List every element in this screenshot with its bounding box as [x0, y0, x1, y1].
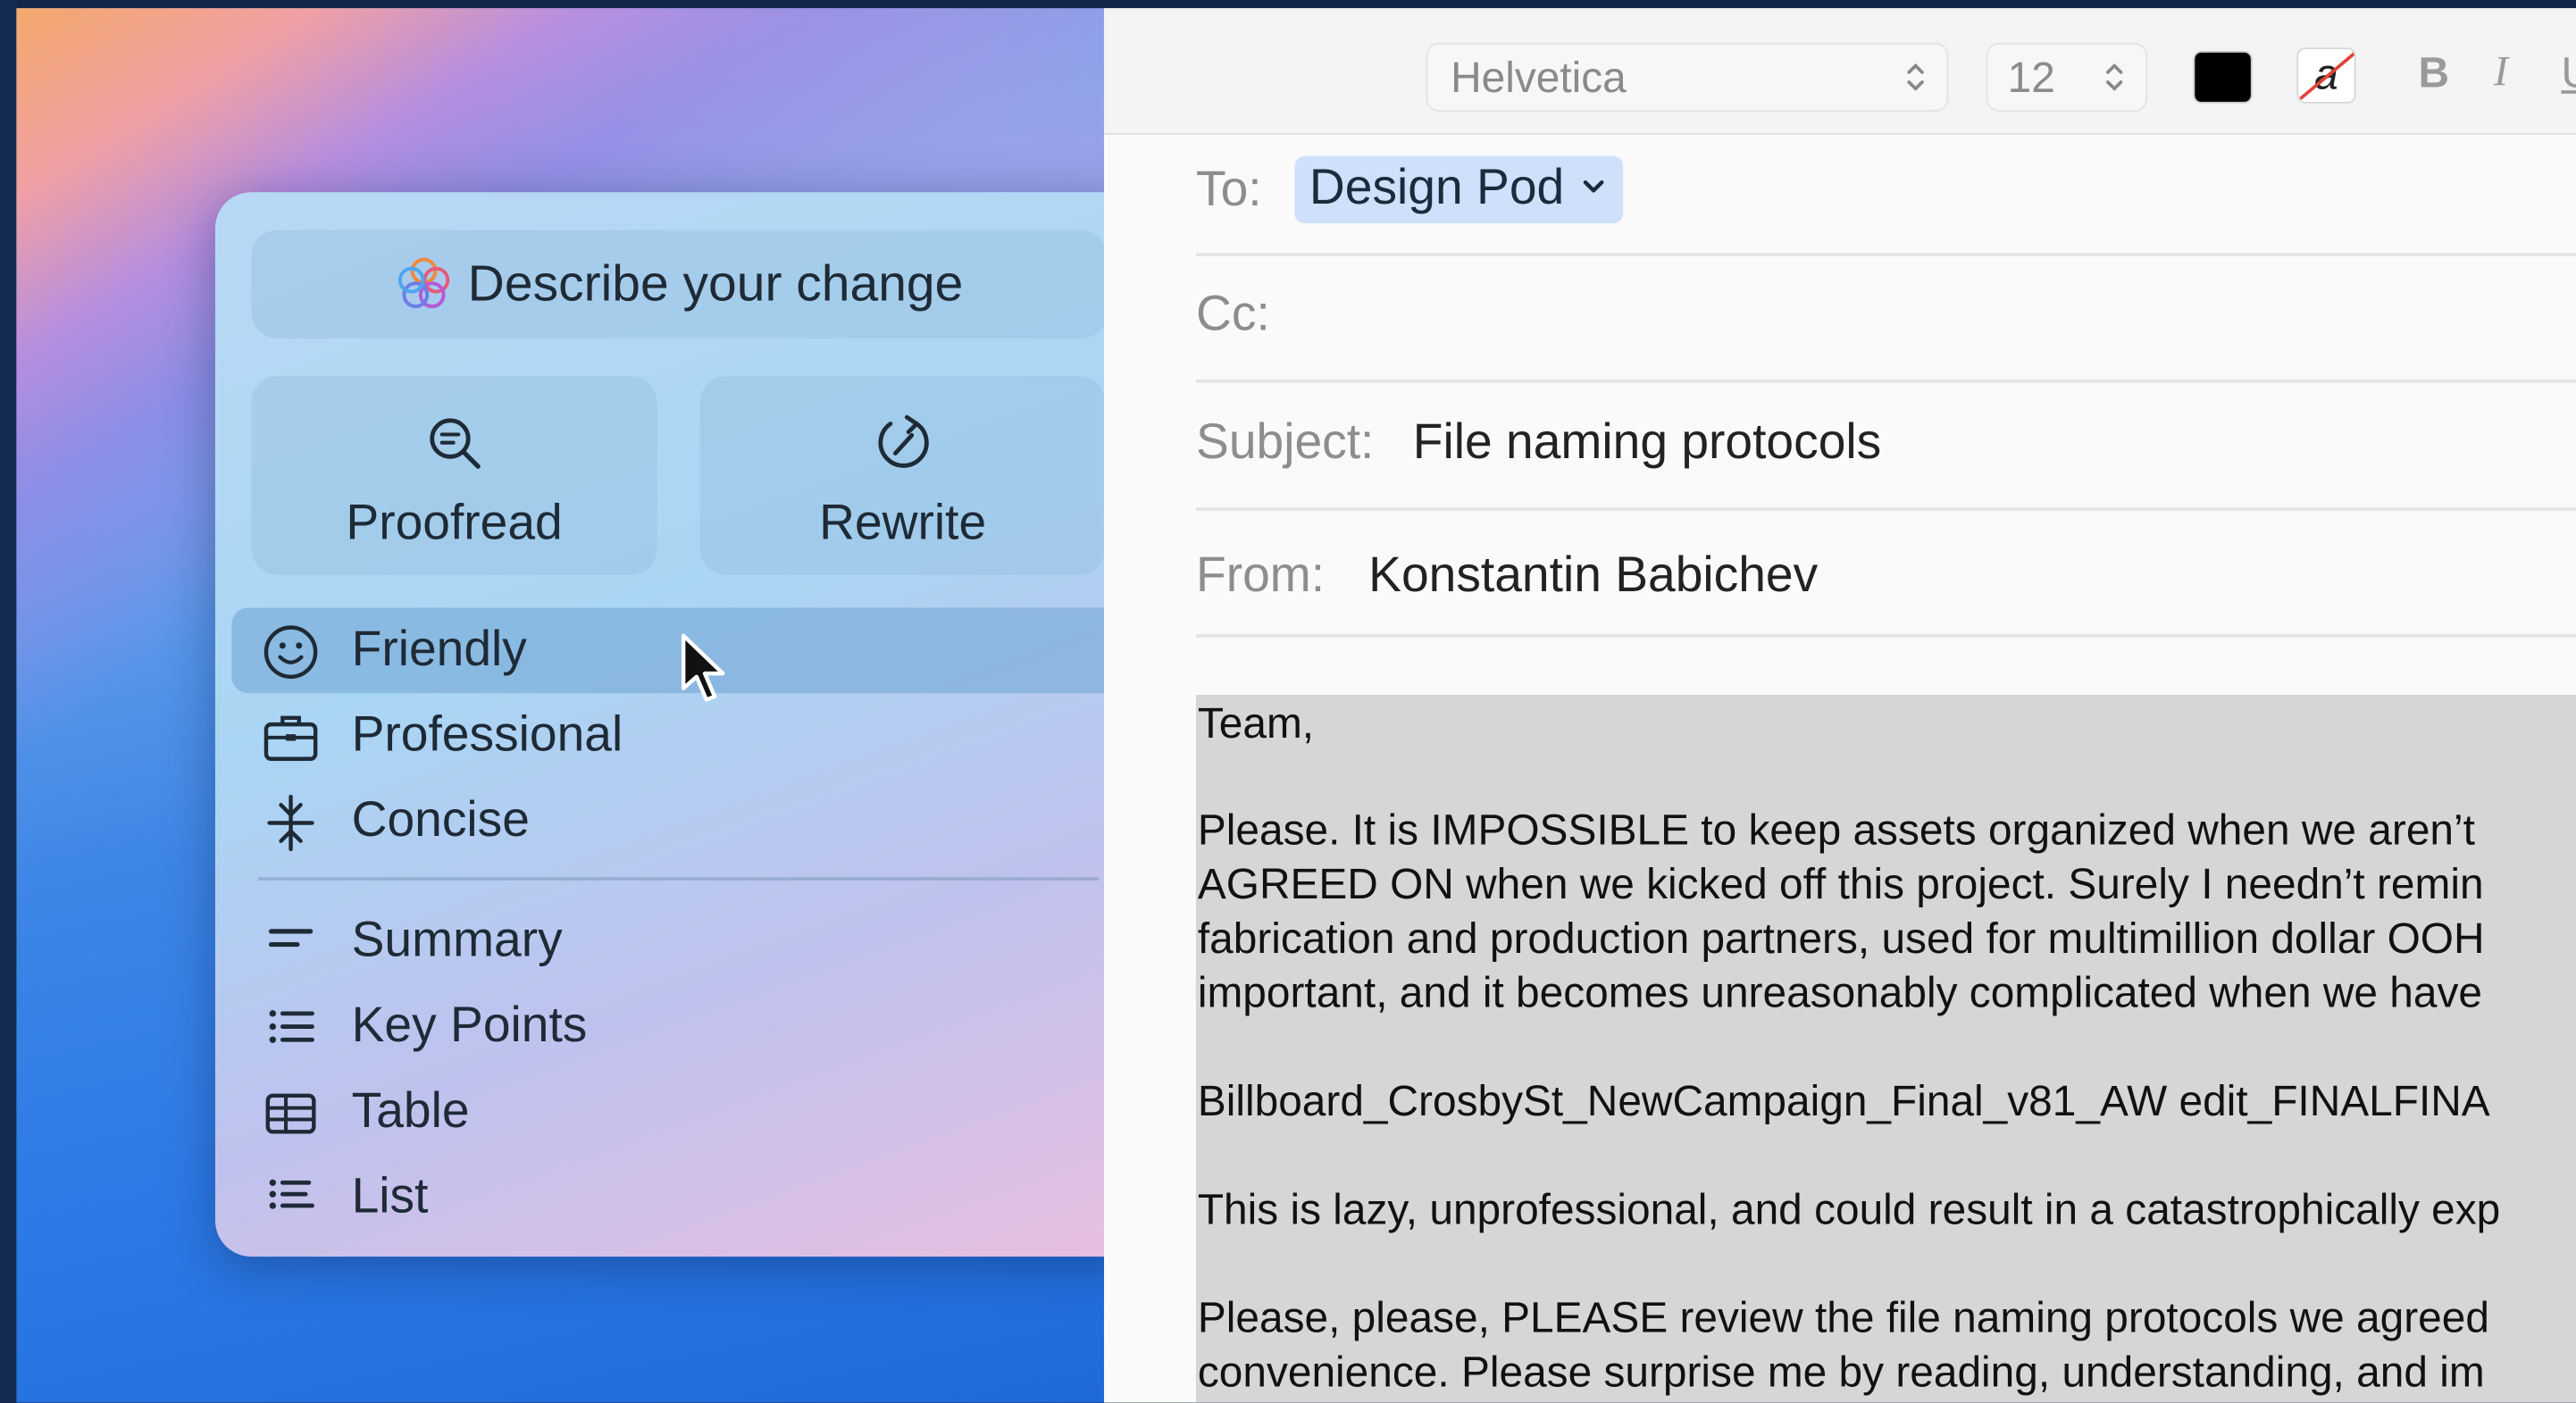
recipient-name: Design Pod — [1309, 161, 1565, 215]
mouse-pointer-icon — [681, 633, 725, 702]
from-label: From: — [1196, 548, 1326, 604]
bullet-list-icon — [269, 1010, 314, 1043]
format-label: Summary — [351, 913, 563, 968]
proofread-label: Proofread — [346, 496, 563, 551]
smiley-icon — [263, 625, 318, 679]
subject-label: Subject: — [1196, 415, 1375, 471]
background-color-swatch[interactable]: a — [2296, 47, 2356, 104]
body-line: Billboard_CrosbySt_NewCampaign_Final_v81… — [1197, 1075, 2490, 1125]
format-toolbar: Helvetica 12 a B I U — [1104, 8, 2576, 135]
from-field[interactable]: Konstantin Babichev — [1368, 548, 1818, 605]
field-separator — [1196, 379, 2576, 383]
tone-label: Concise — [351, 793, 530, 848]
magnifier-check-icon — [429, 418, 480, 469]
cc-field[interactable] — [1284, 280, 2566, 352]
tone-label: Friendly — [351, 622, 527, 677]
apple-intelligence-icon — [397, 257, 449, 309]
italic-button[interactable]: I — [2494, 47, 2508, 96]
subject-field[interactable]: File naming protocols — [1413, 415, 1881, 472]
field-separator — [1196, 253, 2576, 256]
format-table[interactable]: Table — [231, 1069, 1126, 1155]
body-line: important, and it becomes unreasonably c… — [1197, 967, 2483, 1017]
font-family-value: Helvetica — [1451, 52, 1627, 103]
font-size-value: 12 — [2007, 52, 2055, 103]
field-separator — [1196, 633, 2576, 638]
field-separator — [1196, 507, 2576, 512]
body-line: Team, — [1197, 697, 1315, 747]
tone-concise[interactable]: Concise — [231, 779, 1126, 864]
body-line: fabrication and production partners, use… — [1197, 913, 2485, 963]
rewrite-label: Rewrite — [819, 496, 987, 551]
mail-compose-window: Helvetica 12 a B I U — [1104, 8, 2576, 1403]
format-key-points[interactable]: Key Points — [231, 984, 1126, 1070]
tone-label: Professional — [351, 707, 623, 763]
format-list[interactable]: List — [231, 1155, 1126, 1240]
compress-icon — [267, 794, 314, 852]
writing-tools-popover: Describe your change Proofread Rewrite F… — [214, 192, 1147, 1257]
list-icon — [269, 1179, 314, 1209]
cc-label: Cc: — [1196, 287, 1270, 342]
screen-left-edge — [0, 0, 17, 1403]
chevron-down-icon — [1583, 180, 1604, 193]
updown-chevron-icon — [1907, 63, 1924, 91]
briefcase-icon — [263, 715, 318, 761]
bold-button[interactable]: B — [2418, 47, 2449, 98]
describe-change-label: Describe your change — [467, 255, 964, 313]
format-label: Key Points — [351, 998, 588, 1053]
describe-change-field[interactable]: Describe your change — [251, 230, 1108, 338]
updown-chevron-icon — [2105, 63, 2123, 91]
font-family-select[interactable]: Helvetica — [1426, 42, 1949, 113]
body-line: convenience. Please surprise me by readi… — [1197, 1347, 2485, 1397]
rewrite-icon — [877, 414, 928, 468]
recipient-chip[interactable]: Design Pod — [1294, 155, 1624, 224]
to-label: To: — [1196, 163, 1262, 217]
body-line: Please, please, PLEASE review the file n… — [1197, 1292, 2489, 1342]
body-line: AGREED ON when we kicked off this projec… — [1197, 858, 2484, 909]
font-size-select[interactable]: 12 — [1986, 42, 2147, 113]
format-label: Table — [351, 1083, 470, 1139]
proofread-button[interactable]: Proofread — [251, 376, 657, 575]
format-summary[interactable]: Summary — [231, 898, 1126, 984]
screen-top-edge — [0, 0, 2576, 9]
rewrite-button[interactable]: Rewrite — [699, 376, 1106, 575]
table-icon — [265, 1093, 316, 1134]
format-label: List — [351, 1169, 429, 1224]
summary-icon — [268, 929, 314, 948]
menu-divider — [257, 877, 1100, 881]
body-line: Please. It is IMPOSSIBLE to keep assets … — [1197, 805, 2475, 855]
body-line: This is lazy, unprofessional, and could … — [1197, 1184, 2501, 1234]
underline-button[interactable]: U — [2561, 47, 2576, 98]
text-color-swatch[interactable] — [2193, 51, 2253, 104]
